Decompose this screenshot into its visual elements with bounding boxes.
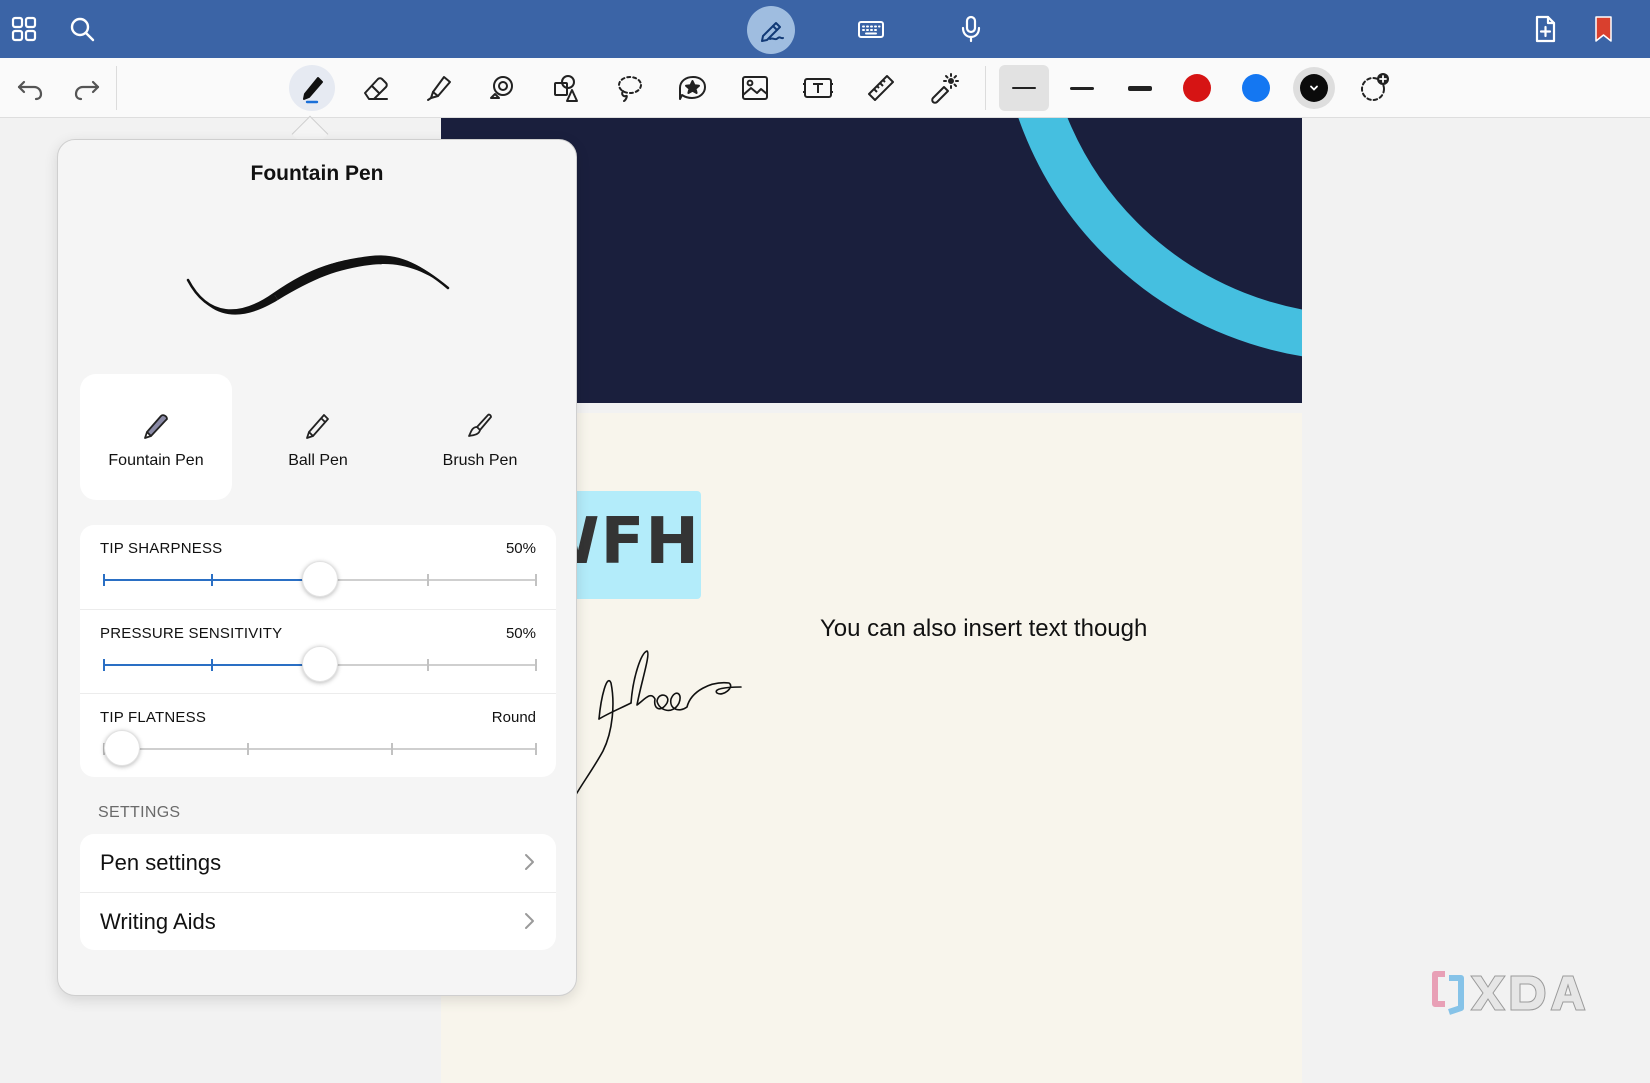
handwritten-signature (541, 650, 742, 812)
laser-pointer-icon[interactable] (924, 68, 964, 108)
pen-icon[interactable] (289, 65, 335, 111)
pen-type-fountain[interactable]: Fountain Pen (80, 374, 232, 500)
slider-tick (103, 574, 105, 586)
ball-pen-icon (306, 414, 329, 439)
xda-logo (1432, 971, 1586, 1015)
add-page-icon[interactable] (1525, 9, 1565, 49)
settings-item-label: Pen settings (100, 850, 222, 875)
color-blue-swatch[interactable] (1242, 74, 1270, 102)
slider-tick (535, 659, 537, 671)
top-bar (0, 0, 1650, 58)
elements-icon[interactable] (546, 68, 586, 108)
slider-tick (103, 659, 105, 671)
slider-thumb[interactable] (302, 561, 338, 597)
slider-tick (247, 743, 249, 755)
grid-icon[interactable] (4, 9, 44, 49)
chevron-right-icon (525, 854, 534, 870)
fountain-pen-icon (144, 414, 168, 439)
slider-tick (391, 743, 393, 755)
brush-pen-icon (468, 413, 492, 437)
stroke-thick-button[interactable] (1115, 65, 1165, 111)
pen-type-label: Fountain Pen (108, 452, 204, 469)
slider-value: Round (491, 709, 536, 726)
slider-tick (211, 574, 213, 586)
text-box-icon[interactable] (798, 68, 838, 108)
tip-flatness-slider[interactable] (103, 730, 537, 766)
pen-mode-icon[interactable] (747, 6, 795, 54)
bookmark-icon[interactable] (1583, 9, 1623, 49)
ruler-icon[interactable] (861, 68, 901, 108)
color-red-swatch[interactable] (1183, 74, 1211, 102)
undo-icon[interactable] (10, 68, 50, 108)
slider-value: 50% (505, 625, 536, 642)
pen-type-ball[interactable]: Ball Pen (242, 374, 394, 500)
chevron-right-icon (525, 913, 534, 929)
pen-type-brush[interactable]: Brush Pen (404, 374, 556, 500)
settings-header: SETTINGS (98, 804, 181, 821)
chevron-down-icon (1300, 74, 1328, 102)
pressure-sensitivity-row: PRESSURE SENSITIVITY 50% (80, 609, 556, 693)
toolbar-divider (985, 66, 986, 110)
popover-title: Fountain Pen (250, 162, 384, 185)
slider-tick (211, 659, 213, 671)
tip-flatness-row: TIP FLATNESS Round (80, 693, 556, 777)
color-black-swatch[interactable] (1293, 67, 1335, 109)
pressure-sensitivity-slider[interactable] (103, 646, 537, 682)
toolbar-divider (116, 66, 117, 110)
slider-value: 50% (505, 540, 536, 557)
slider-label: PRESSURE SENSITIVITY (100, 625, 283, 642)
tool-bar (0, 58, 1650, 118)
search-icon[interactable] (62, 9, 102, 49)
slider-thumb[interactable] (104, 730, 140, 766)
lasso-icon[interactable] (609, 68, 649, 108)
shapes-icon[interactable] (482, 68, 522, 108)
redo-icon[interactable] (67, 68, 107, 108)
pen-type-label: Ball Pen (288, 452, 348, 469)
add-color-icon[interactable] (1354, 68, 1394, 108)
highlighter-icon[interactable] (419, 68, 459, 108)
slider-thumb[interactable] (302, 646, 338, 682)
keyboard-icon[interactable] (851, 9, 891, 49)
inserted-text[interactable]: You can also insert text though (820, 615, 1147, 643)
microphone-icon[interactable] (951, 9, 991, 49)
slider-label: TIP FLATNESS (100, 709, 207, 726)
image-icon[interactable] (735, 68, 775, 108)
pen-settings-row[interactable]: Pen settings (80, 834, 556, 892)
writing-aids-row[interactable]: Writing Aids (80, 892, 556, 950)
pen-type-label: Brush Pen (442, 452, 518, 469)
tip-sharpness-row: TIP SHARPNESS 50% (80, 525, 556, 609)
tip-sharpness-slider[interactable] (103, 561, 537, 597)
slider-tick (427, 659, 429, 671)
eraser-icon[interactable] (356, 68, 396, 108)
slider-card: TIP SHARPNESS 50% PRESSURE SENSITIVITY 5… (80, 525, 556, 777)
slider-tick (535, 743, 537, 755)
settings-card: Pen settings Writing Aids (80, 834, 556, 950)
sticker-icon[interactable] (672, 68, 712, 108)
pen-settings-popover: Fountain Pen Fountain Pen Ball Pen Brush… (57, 139, 577, 996)
settings-item-label: Writing Aids (100, 909, 216, 934)
slider-tick (535, 574, 537, 586)
slider-label: TIP SHARPNESS (100, 540, 223, 557)
slider-tick (427, 574, 429, 586)
stroke-thin-button[interactable] (999, 65, 1049, 111)
stroke-preview (186, 255, 450, 315)
stroke-medium-button[interactable] (1057, 65, 1107, 111)
